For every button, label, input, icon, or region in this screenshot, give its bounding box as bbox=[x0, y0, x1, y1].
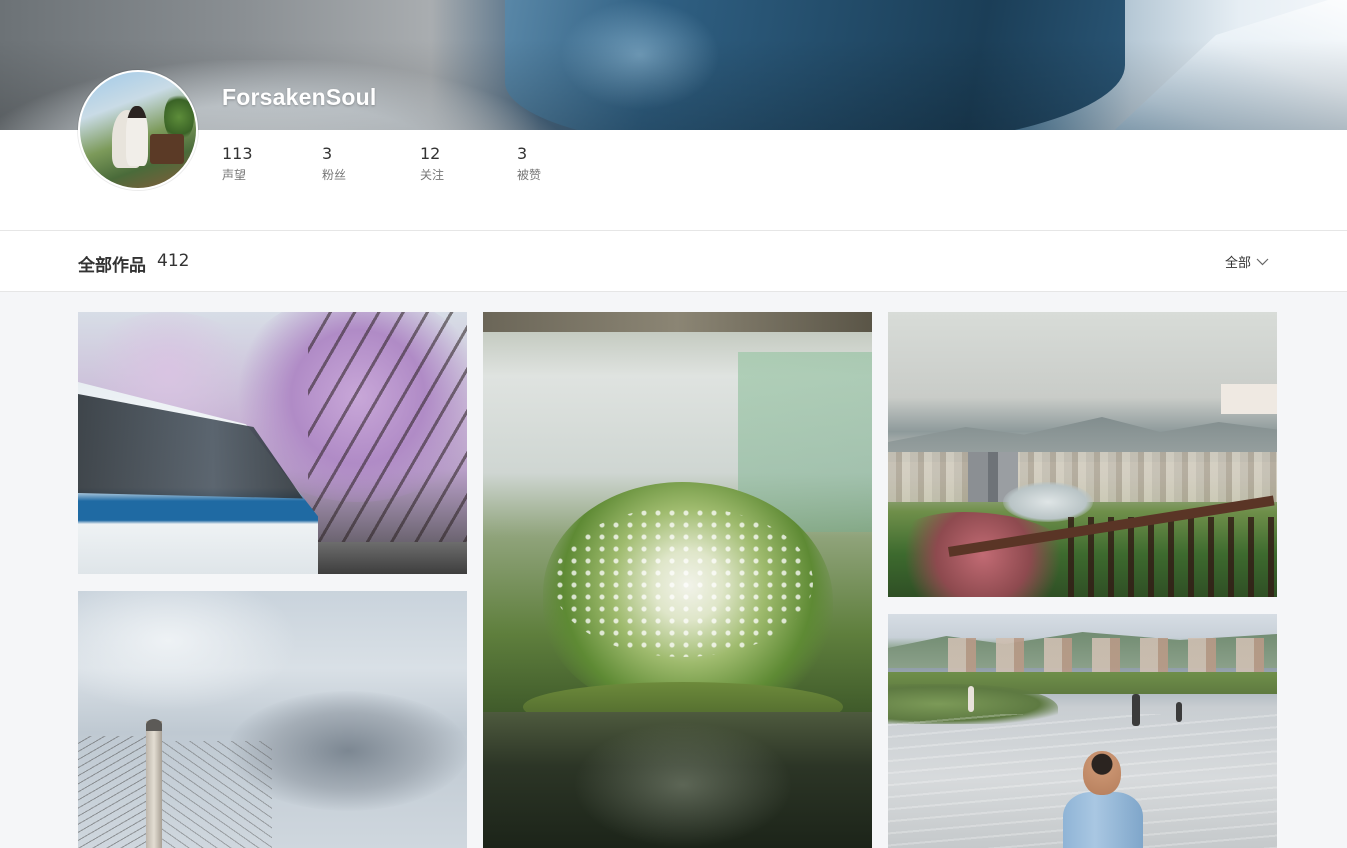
photo-card-city-view[interactable] bbox=[888, 312, 1277, 597]
photo-roof-edge bbox=[483, 312, 872, 332]
photo-person bbox=[968, 686, 974, 712]
photo-reflection bbox=[573, 722, 793, 848]
works-filter-label: 全部 bbox=[1225, 256, 1252, 271]
stat-label: 被赞 bbox=[517, 168, 542, 182]
photo-card-river-boy[interactable] bbox=[888, 614, 1277, 848]
stat-value: 12 bbox=[420, 144, 441, 163]
works-bar: 全部作品 412 全部 bbox=[0, 231, 1347, 292]
stat-value: 113 bbox=[222, 144, 253, 163]
photo-boy-head bbox=[1083, 751, 1121, 795]
stat-label: 声望 bbox=[222, 168, 247, 182]
photo-bay bbox=[1003, 482, 1093, 522]
stat-label: 粉丝 bbox=[322, 168, 347, 182]
photo-flowers bbox=[888, 512, 1078, 597]
works-title: 全部作品 bbox=[78, 256, 146, 276]
stat-following[interactable]: 12 关注 bbox=[420, 144, 445, 183]
stat-value: 3 bbox=[322, 144, 333, 163]
photo-card-bus-blossoms[interactable] bbox=[78, 312, 467, 574]
banner-shade bbox=[0, 0, 1347, 130]
username: ForsakenSoul bbox=[222, 84, 377, 110]
works-count: 412 bbox=[157, 251, 190, 271]
works-filter-dropdown[interactable]: 全部 bbox=[1225, 252, 1269, 271]
profile-header bbox=[0, 130, 1347, 231]
photo-person bbox=[1176, 702, 1182, 722]
photo-card-tree-pond[interactable] bbox=[483, 312, 872, 848]
stat-likes[interactable]: 3 被赞 bbox=[517, 144, 542, 183]
photo-boy-body bbox=[1063, 792, 1143, 848]
photo-bridge-cables bbox=[78, 736, 154, 848]
stat-followers[interactable]: 3 粉丝 bbox=[322, 144, 347, 183]
stat-value: 3 bbox=[517, 144, 528, 163]
photo-pylon-cap bbox=[146, 719, 162, 731]
photo-person bbox=[1132, 694, 1140, 726]
stat-reputation[interactable]: 113 声望 bbox=[222, 144, 253, 183]
photo-tree-blossoms bbox=[553, 507, 813, 657]
photo-branches bbox=[308, 312, 467, 574]
photo-card-bridge[interactable] bbox=[78, 591, 467, 848]
chevron-down-icon bbox=[1256, 258, 1269, 266]
photo-cloud bbox=[78, 591, 298, 711]
stat-label: 关注 bbox=[420, 168, 445, 182]
cover-banner bbox=[0, 0, 1347, 130]
avatar-person bbox=[126, 106, 148, 166]
avatar-table bbox=[150, 134, 184, 164]
photo-bridge-cables bbox=[162, 741, 272, 848]
photo-road bbox=[318, 542, 467, 574]
photo-bridge-pylon bbox=[146, 721, 162, 848]
photo-awning bbox=[1221, 384, 1277, 414]
avatar[interactable] bbox=[78, 70, 198, 190]
